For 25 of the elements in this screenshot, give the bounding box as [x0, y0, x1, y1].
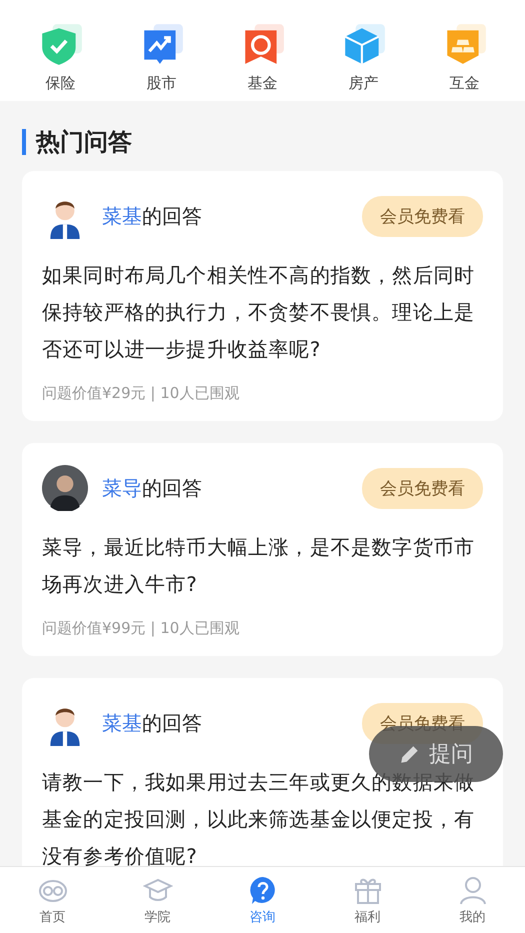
- category-label[interactable]: 房产: [348, 74, 378, 93]
- answerer-title: 菜基的回答: [102, 710, 203, 736]
- tab[interactable]: 福利: [332, 867, 402, 933]
- tab[interactable]: 首页: [18, 867, 88, 933]
- member-free-button[interactable]: 会员免费看: [362, 468, 483, 508]
- tab[interactable]: 我的: [438, 867, 508, 933]
- question-text: 菜导，最近比特币大幅上涨，是不是数字货币市场再次进入牛市?: [42, 534, 476, 598]
- answerer-title: 菜基的回答: [102, 202, 203, 230]
- tab[interactable]: 咨询: [228, 867, 298, 933]
- category-label[interactable]: 股市: [146, 74, 176, 93]
- section-title: 热门问答: [22, 129, 503, 155]
- question-card[interactable]: 菜基的回答 会员免费看 如果同时布局几个相关性不高的指数，然后同时保持较严格的执行力，不贪婪不畏惧。理论上是否还可以进一步提升收益率呢? 问题价值¥29元 | 10人已围观: [22, 171, 503, 421]
- tab[interactable]: 学院: [122, 867, 192, 933]
- category-label[interactable]: 保险: [46, 74, 76, 93]
- user-icon: [458, 874, 488, 904]
- member-free-button[interactable]: 会员免费看: [362, 196, 483, 236]
- question-card[interactable]: 菜导的回答 会员免费看 菜导，最近比特币大幅上涨，是不是数字货币市场再次进入牛市? 问题价值¥99元 | 10人已围观: [22, 443, 503, 656]
- category-label[interactable]: 基金: [248, 74, 278, 93]
- question-icon: [248, 874, 278, 904]
- question-text: 如果同时布局几个相关性不高的指数，然后同时保持较严格的执行力，不贪婪不畏惧。理论上是否还可以进一步提升收益率呢?: [42, 262, 476, 363]
- avatar: [42, 465, 88, 511]
- answerer-title: 菜导的回答: [102, 474, 203, 502]
- question-meta: 问题价值¥29元 | 10人已围观: [42, 384, 240, 403]
- question-meta: 问题价值¥99元 | 10人已围观: [42, 619, 240, 638]
- category-label[interactable]: 互金: [450, 74, 480, 93]
